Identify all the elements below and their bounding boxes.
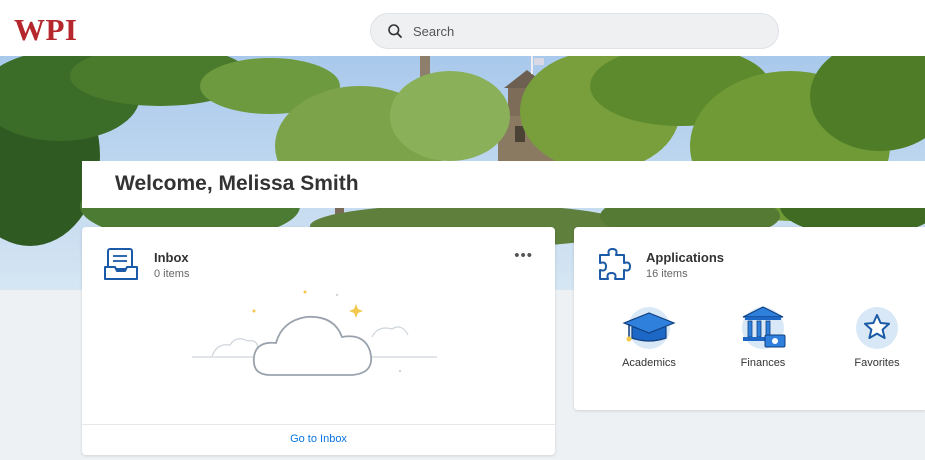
search-icon <box>388 24 402 38</box>
applications-title[interactable]: Applications <box>646 250 724 265</box>
app-label-academics: Academics <box>622 357 676 369</box>
go-to-inbox-link[interactable]: Go to Inbox <box>82 433 555 445</box>
inbox-card-footer: Go to Inbox <box>82 424 555 455</box>
inbox-tray-icon <box>104 248 138 280</box>
more-options-button[interactable]: ••• <box>514 248 533 263</box>
app-tile-favorites[interactable]: Favorites <box>832 305 922 377</box>
graduation-cap-icon <box>622 312 676 342</box>
app-tile-finances[interactable]: Finances <box>718 305 808 377</box>
inbox-count: 0 items <box>154 268 190 280</box>
top-bar: WPI <box>0 0 925 56</box>
welcome-heading: Welcome, Melissa Smith <box>115 172 359 195</box>
bank-building-icon <box>742 306 786 348</box>
applications-card: Applications 16 items Academics Finances <box>574 227 925 410</box>
star-icon <box>864 314 890 339</box>
app-tile-academics[interactable]: Academics <box>604 305 694 377</box>
inbox-title[interactable]: Inbox <box>154 250 189 265</box>
inbox-card: Inbox 0 items ••• Go to Inbox <box>82 227 555 455</box>
applications-count: 16 items <box>646 268 688 280</box>
puzzle-piece-icon <box>599 248 631 280</box>
search-input[interactable] <box>413 15 763 47</box>
search-bar[interactable] <box>370 13 779 49</box>
wpi-logo[interactable]: WPI <box>14 12 78 48</box>
welcome-banner: Welcome, Melissa Smith <box>82 161 925 208</box>
app-label-favorites: Favorites <box>854 357 900 369</box>
cloud-illustration <box>192 290 437 376</box>
app-label-finances: Finances <box>740 357 786 369</box>
